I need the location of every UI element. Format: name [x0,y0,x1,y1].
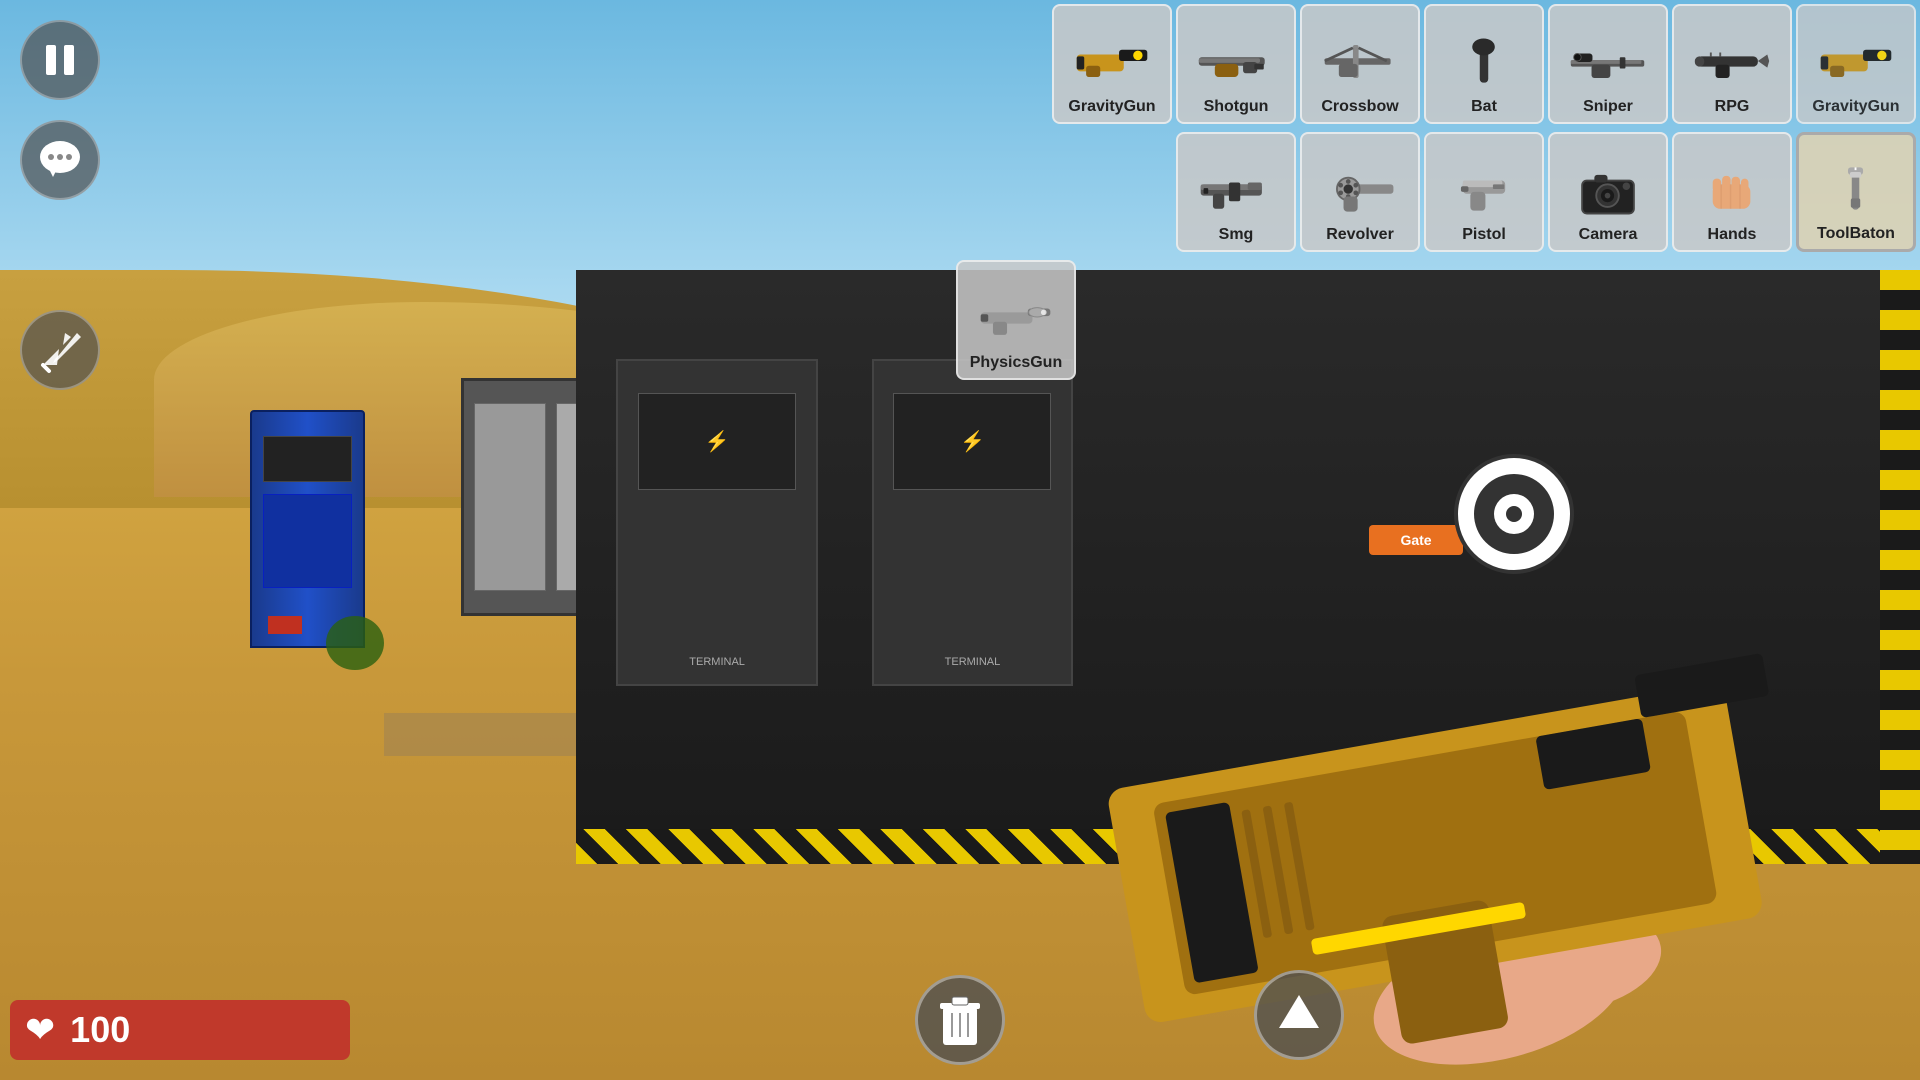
weapon-icon-camera [1568,157,1648,222]
panel-lightning-1: ⚡ [638,393,796,490]
weapon-cell-revolver[interactable]: Revolver [1300,132,1420,252]
weapon-row-3: PhysicsGun [952,256,1080,384]
weapon-label-smg: Smg [1219,226,1254,244]
weapon-label-gravitygun2: GravityGun [1812,98,1899,116]
trash-button[interactable] [915,975,1005,1065]
weapon-label-pistol: Pistol [1462,226,1506,244]
weapon-cell-camera[interactable]: Camera [1548,132,1668,252]
weapon-row-1: GravityGun Shotgun [1048,0,1920,128]
weapon-icon-rpg [1692,29,1772,94]
pause-bar-right [64,45,74,75]
player-weapon [864,432,1920,1080]
chat-icon [35,135,85,185]
vending-body [263,494,352,587]
weapon-icon-shotgun [1196,29,1276,94]
up-arrow-button[interactable] [1254,970,1344,1060]
weapon-cell-sniper[interactable]: Sniper [1548,4,1668,124]
vending-machine [250,410,365,648]
weapon-label-rpg: RPG [1715,98,1750,116]
weapon-cell-crossbow[interactable]: Crossbow [1300,4,1420,124]
weapon-icon-revolver [1320,157,1400,222]
weapon-label-gravitygun: GravityGun [1068,98,1155,116]
trash-icon [935,993,985,1048]
settings-button[interactable] [20,310,100,390]
weapon-label-crossbow: Crossbow [1321,98,1398,116]
weapon-cell-bat[interactable]: Bat [1424,4,1544,124]
weapon-label-shotgun: Shotgun [1204,98,1269,116]
pause-icon [46,45,74,75]
weapon-label-revolver: Revolver [1326,226,1394,244]
health-bar: ❤ 100 [10,1000,350,1060]
weapon-cell-rpg[interactable]: RPG [1672,4,1792,124]
heart-icon: ❤ [25,1009,55,1051]
weapon-icon-smg [1196,157,1276,222]
vending-screen [263,436,352,483]
weapon-icon-physicsgun [976,285,1056,350]
weapon-cell-gravitygun[interactable]: GravityGun [1052,4,1172,124]
chat-button[interactable] [20,120,100,200]
weapon-label-hands: Hands [1708,226,1757,244]
weapon-cell-gravitygun2[interactable]: GravityGun [1796,4,1916,124]
weapon-icon-sniper [1568,29,1648,94]
weapon-icon-gravitygun [1072,29,1152,94]
weapon-cell-shotgun[interactable]: Shotgun [1176,4,1296,124]
poster-1 [474,403,547,591]
gun-svg [864,432,1920,1080]
weapon-icon-bat [1444,29,1524,94]
game-canvas: ⚡ TERMINAL ⚡ TERMINAL Gate [0,0,1920,1080]
weapon-cell-pistol[interactable]: Pistol [1424,132,1544,252]
weapon-cell-smg[interactable]: Smg [1176,132,1296,252]
up-arrow-icon [1274,990,1324,1040]
weapon-icon-crossbow [1320,29,1400,94]
weapon-label-physicsgun: PhysicsGun [970,354,1062,372]
weapon-row-2: Smg Revolver [1172,128,1920,256]
weapon-cell-toolbaton[interactable]: ToolBaton [1796,132,1916,252]
weapon-label-toolbaton: ToolBaton [1817,225,1895,243]
panel-text-1: TERMINAL [628,656,806,668]
vending-red-button [268,616,301,635]
weapon-icon-gravitygun2 [1816,29,1896,94]
tools-icon [35,325,85,375]
weapon-label-sniper: Sniper [1583,98,1633,116]
weapon-cell-hands[interactable]: Hands [1672,132,1792,252]
weapon-label-camera: Camera [1579,226,1638,244]
health-value: 100 [70,1009,130,1051]
weapon-icon-toolbaton [1816,156,1896,221]
palm-1 [326,616,384,670]
weapon-icon-pistol [1444,157,1524,222]
wall-panel-1: ⚡ TERMINAL [616,359,818,686]
weapon-icon-hands [1692,157,1772,222]
weapon-label-bat: Bat [1471,98,1497,116]
pause-bar-left [46,45,56,75]
weapon-cell-physicsgun[interactable]: PhysicsGun [956,260,1076,380]
pause-button[interactable] [20,20,100,100]
